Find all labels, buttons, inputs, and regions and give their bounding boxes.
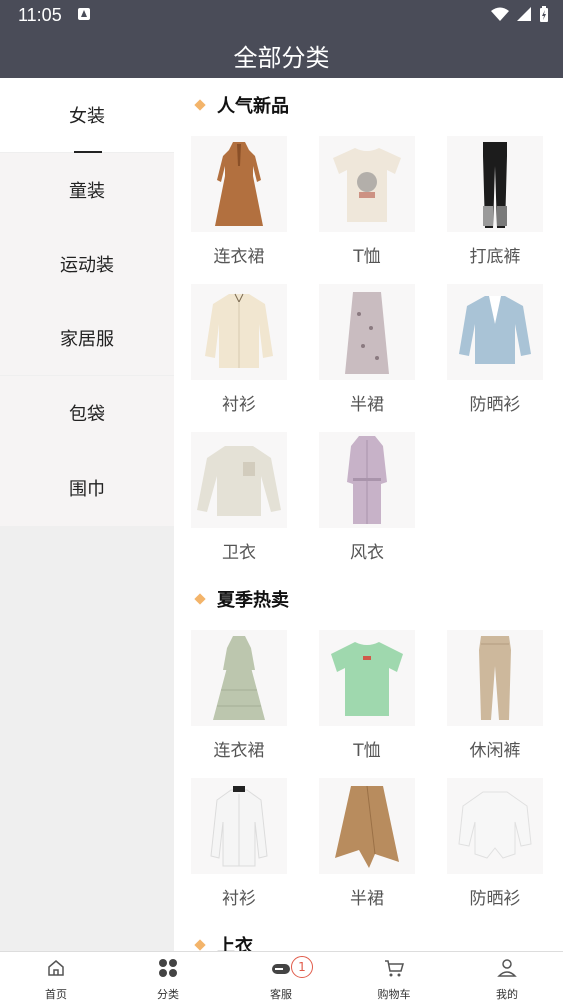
product-label: 休闲裤 <box>469 741 521 761</box>
white-shirt-image <box>191 778 287 874</box>
product-item-sun-protection-shirt[interactable]: 防晒衫 <box>440 778 550 909</box>
sidebar-item-label: 女装 <box>69 106 105 127</box>
product-label: 衬衫 <box>222 889 256 909</box>
wifi-icon <box>491 7 509 21</box>
tab-label: 分类 <box>157 988 179 1001</box>
bottom-tab-bar: 首页 分类 1 客服 购物车 我的 <box>0 951 563 1003</box>
tab-customer-service[interactable]: 1 客服 <box>225 952 337 1003</box>
black-leggings-image <box>447 136 543 232</box>
product-item-sweatshirt[interactable]: 卫衣 <box>184 432 294 563</box>
product-item-sun-protection-shirt[interactable]: 防晒衫 <box>440 284 550 415</box>
product-label: 半裙 <box>350 889 384 909</box>
section-header-summer-hot: 夏季热卖 <box>194 586 289 612</box>
floral-skirt-image <box>319 284 415 380</box>
sidebar-item-label: 包袋 <box>69 404 105 425</box>
product-label: T恤 <box>353 247 381 267</box>
sidebar-item-label: 运动装 <box>60 255 114 276</box>
tab-home[interactable]: 首页 <box>0 952 112 1003</box>
tab-cart[interactable]: 购物车 <box>338 952 450 1003</box>
brown-dress-image <box>191 136 287 232</box>
status-icons <box>491 6 549 22</box>
product-label: 防晒衫 <box>469 395 521 415</box>
sidebar-item-bags[interactable]: 包袋 <box>0 376 174 450</box>
notification-badge: 1 <box>291 956 313 978</box>
sidebar-item-label: 童装 <box>69 181 105 202</box>
section-title: 上衣 <box>217 936 253 951</box>
white-cover-up-image <box>447 778 543 874</box>
app-notification-icon <box>78 8 90 20</box>
product-label: 风衣 <box>350 543 384 563</box>
product-item-skirt[interactable]: 半裙 <box>312 284 422 415</box>
app-header: 全部分类 <box>0 30 563 78</box>
product-label: 连衣裙 <box>213 247 265 267</box>
sweatshirt-image <box>191 432 287 528</box>
product-label: T恤 <box>353 741 381 761</box>
tab-label: 客服 <box>270 988 292 1001</box>
category-sidebar: 女装 童装 运动装 家居服 包袋 围巾 <box>0 78 174 951</box>
product-label: 防晒衫 <box>469 889 521 909</box>
product-item-leggings[interactable]: 打底裤 <box>440 136 550 267</box>
status-bar: 11:05 <box>0 0 563 30</box>
product-item-trench-coat[interactable]: 风衣 <box>312 432 422 563</box>
diamond-icon <box>194 99 206 111</box>
product-label: 衬衫 <box>222 395 256 415</box>
sidebar-item-label: 家居服 <box>60 329 114 350</box>
cream-blouse-image <box>191 284 287 380</box>
tab-label: 购物车 <box>377 988 411 1001</box>
status-time: 11:05 <box>18 5 62 25</box>
sidebar-item-homewear[interactable]: 家居服 <box>0 301 174 375</box>
category-icon <box>159 959 177 977</box>
diamond-icon <box>194 939 206 951</box>
product-item-casual-pants[interactable]: 休闲裤 <box>440 630 550 761</box>
sidebar-item-kids[interactable]: 童装 <box>0 153 174 227</box>
lilac-trench-coat-image <box>319 432 415 528</box>
section-title: 人气新品 <box>217 96 289 117</box>
sidebar-item-sportswear[interactable]: 运动装 <box>0 227 174 301</box>
product-item-dress[interactable]: 连衣裙 <box>184 630 294 761</box>
product-item-skirt[interactable]: 半裙 <box>312 778 422 909</box>
cream-tshirt-image <box>319 136 415 232</box>
green-tshirt-image <box>319 630 415 726</box>
sidebar-item-label: 围巾 <box>69 479 105 500</box>
product-label: 卫衣 <box>222 543 256 563</box>
tab-label: 首页 <box>45 988 67 1001</box>
tab-profile[interactable]: 我的 <box>451 952 563 1003</box>
khaki-pants-image <box>447 630 543 726</box>
diamond-icon <box>194 593 206 605</box>
page-title: 全部分类 <box>233 44 330 72</box>
battery-icon <box>540 6 548 22</box>
signal-icon <box>517 7 531 21</box>
section-title: 夏季热卖 <box>217 590 289 611</box>
category-content: 人气新品 连衣裙 T恤 打底裤 衬衫 半裙 防晒衫 卫衣 风衣 夏季热卖 连衣裙… <box>174 78 563 951</box>
product-item-blouse[interactable]: 衬衫 <box>184 284 294 415</box>
section-header-new-arrivals: 人气新品 <box>194 92 289 118</box>
tab-label: 我的 <box>496 988 518 1001</box>
product-label: 连衣裙 <box>213 741 265 761</box>
blue-cardigan-image <box>447 284 543 380</box>
home-icon <box>48 960 64 976</box>
product-label: 半裙 <box>350 395 384 415</box>
user-icon <box>497 959 517 977</box>
tab-category[interactable]: 分类 <box>112 952 224 1003</box>
section-header-tops: 上衣 <box>194 932 253 951</box>
customer-service-icon <box>272 964 290 974</box>
product-item-tshirt[interactable]: T恤 <box>312 630 422 761</box>
camel-skirt-image <box>319 778 415 874</box>
product-item-shirt[interactable]: 衬衫 <box>184 778 294 909</box>
product-label: 打底裤 <box>469 247 521 267</box>
sage-dress-image <box>191 630 287 726</box>
product-item-tshirt[interactable]: T恤 <box>312 136 422 267</box>
product-item-dress[interactable]: 连衣裙 <box>184 136 294 267</box>
sidebar-item-scarves[interactable]: 围巾 <box>0 450 174 526</box>
shopping-cart-icon <box>385 960 404 977</box>
sidebar-item-womens[interactable]: 女装 <box>0 78 174 153</box>
